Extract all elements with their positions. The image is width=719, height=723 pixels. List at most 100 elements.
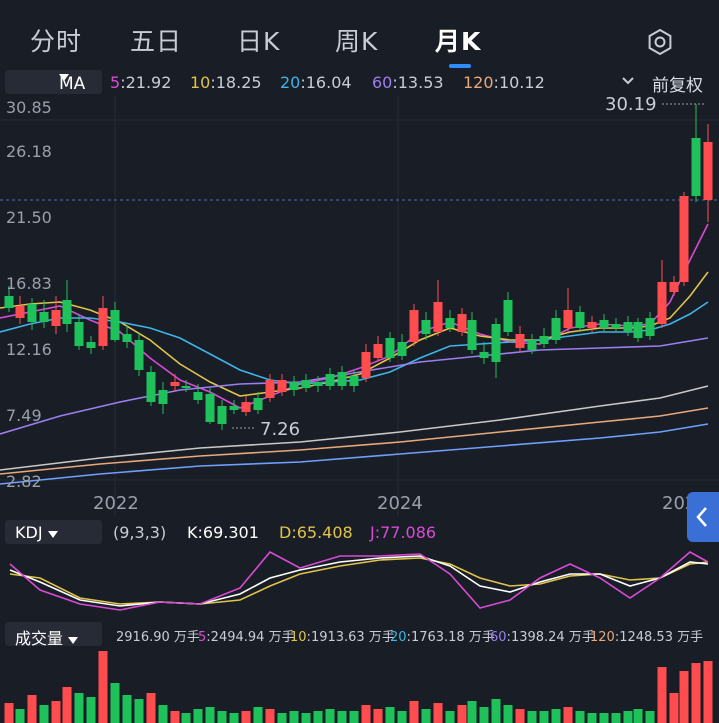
volume-bar: [611, 713, 621, 723]
volume-bar: [691, 663, 701, 723]
tab-five-day[interactable]: 五日: [130, 22, 182, 58]
volume-bar: [599, 713, 609, 723]
volume-bar: [86, 697, 96, 723]
price-tick-label: 30.85: [6, 98, 52, 117]
candle: [51, 310, 61, 326]
ma-selector-button[interactable]: MA: [5, 70, 102, 94]
candle: [98, 308, 108, 346]
year-label: 2022: [93, 493, 139, 514]
candle: [110, 310, 120, 340]
tab-weekly-k[interactable]: 周K: [335, 22, 378, 58]
candle: [181, 386, 191, 388]
candle: [134, 340, 144, 370]
volume-selector-button[interactable]: 成交量: [5, 622, 102, 648]
candle: [599, 320, 609, 328]
candle: [539, 336, 549, 344]
candle: [313, 382, 323, 386]
volume-bar: [62, 687, 72, 723]
high-price-label: 30.19: [605, 94, 657, 115]
candle: [27, 304, 37, 322]
volume-bar: [457, 705, 467, 723]
candle: [265, 380, 275, 398]
tab-monthly-k[interactable]: 月K: [435, 22, 481, 58]
volume-bar: [4, 703, 14, 723]
volume-bars: [4, 651, 713, 723]
volume-bar: [575, 711, 585, 723]
vol-ma120-value: 120:1248.53 万手: [590, 630, 704, 645]
volume-bar: [51, 701, 61, 723]
candle: [445, 318, 455, 328]
kdj-selector-button[interactable]: KDJ: [5, 520, 102, 544]
candle: [691, 138, 701, 196]
candle: [229, 406, 239, 410]
volume-total: 2916.90 万手: [116, 630, 200, 645]
kdj-params: (9,3,3): [113, 523, 167, 542]
volume-bar: [645, 711, 655, 723]
volume-bar: [385, 707, 395, 723]
volume-bar: [170, 711, 180, 723]
volume-bar: [397, 711, 407, 723]
gear-icon[interactable]: [646, 28, 674, 56]
volume-chart[interactable]: [0, 645, 719, 723]
candle: [86, 342, 96, 348]
candle: [289, 382, 299, 390]
volume-bar: [669, 693, 679, 723]
vol-ma5-value: 5:2494.94 万手: [198, 630, 295, 645]
volume-bar: [433, 703, 443, 723]
volume-bar: [110, 683, 120, 723]
candle: [15, 306, 25, 318]
tab-daily-k[interactable]: 日K: [237, 22, 280, 58]
candle: [551, 318, 561, 340]
kdj-chart[interactable]: [0, 548, 719, 618]
volume-bar: [134, 699, 144, 723]
candle: [575, 312, 585, 328]
volume-bar: [74, 693, 84, 723]
candle: [409, 310, 419, 342]
chevron-down-icon[interactable]: [621, 76, 635, 86]
volume-bar: [349, 711, 359, 723]
candle: [633, 322, 643, 338]
candle: [253, 398, 263, 410]
candle: [349, 376, 359, 386]
ma5-value: 5:21.92: [110, 73, 172, 92]
candle: [587, 322, 597, 328]
volume-bar: [253, 707, 263, 723]
candle: [146, 372, 156, 402]
dropdown-caret-icon: [59, 74, 69, 81]
vol-ma10-value: 10:1913.63 万手: [290, 630, 395, 645]
volume-bar: [479, 707, 489, 723]
candle: [373, 344, 383, 358]
volume-bar: [421, 709, 431, 723]
candle: [193, 392, 203, 400]
candle: [527, 340, 537, 350]
kdj-d-value: D:65.408: [279, 523, 353, 542]
volume-bar: [193, 709, 203, 723]
candle: [385, 338, 395, 358]
candle: [4, 296, 14, 308]
tab-intraday[interactable]: 分时: [30, 22, 82, 58]
volume-bar: [325, 709, 335, 723]
candle: [122, 334, 132, 342]
low-price-label: 7.26: [260, 419, 301, 440]
volume-bar: [217, 711, 227, 723]
candle: [205, 394, 215, 422]
candle: [479, 352, 489, 358]
price-tick-label: 12.16: [6, 340, 52, 359]
volume-bar: [265, 709, 275, 723]
price-tick-label: 2.82: [6, 472, 42, 491]
adjust-mode[interactable]: 前复权: [652, 71, 703, 96]
dropdown-caret-icon: [68, 637, 79, 644]
volume-bar: [158, 705, 168, 723]
year-label: 2024: [377, 493, 423, 514]
kdj-lines: [9, 550, 709, 611]
candle: [703, 142, 713, 200]
candle: [325, 374, 335, 386]
volume-bar: [301, 713, 311, 723]
volume-bar: [337, 711, 347, 723]
volume-bar: [361, 705, 371, 723]
candlestick-chart[interactable]: [0, 96, 719, 516]
ma20-value: 20:16.04: [280, 73, 352, 92]
candles: [4, 104, 713, 430]
candle: [623, 322, 633, 332]
volume-bar: [445, 711, 455, 723]
